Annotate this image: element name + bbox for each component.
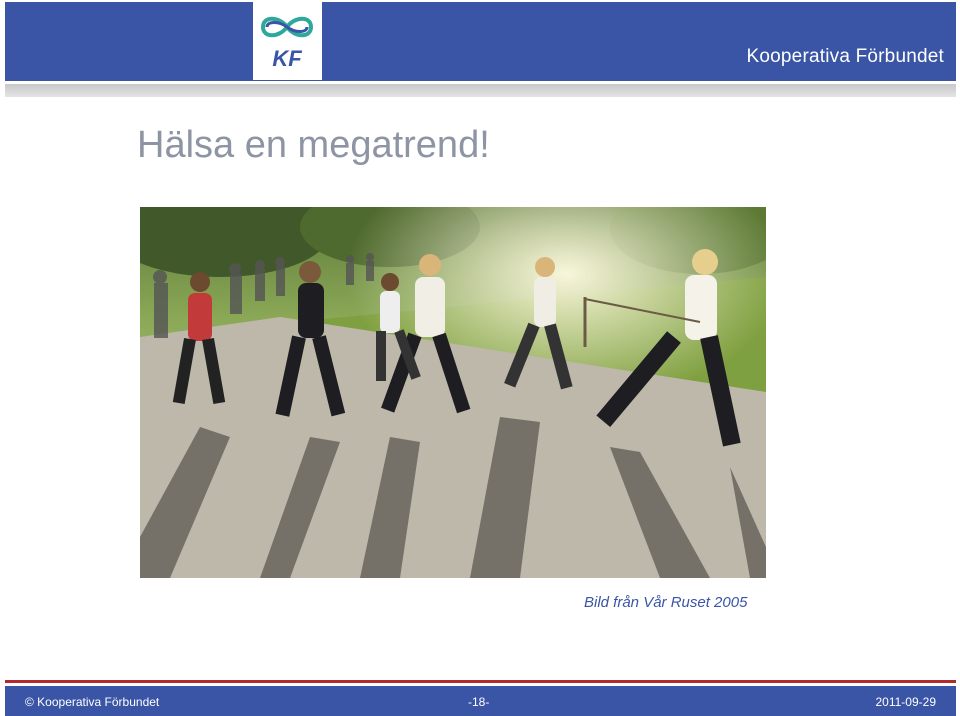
footer-divider	[5, 680, 956, 683]
header-divider	[5, 84, 956, 97]
brand-name: Kooperativa Förbundet	[746, 46, 944, 67]
kf-logo: KF	[253, 0, 322, 80]
footer-date: 2011-09-29	[875, 695, 937, 709]
runners-photo	[140, 207, 766, 578]
logo-text: KF	[272, 46, 302, 71]
footer-copyright: © Kooperativa Förbundet	[25, 695, 160, 709]
slide-title: Hälsa en megatrend!	[137, 124, 490, 166]
photo-runners-race-icon	[140, 207, 766, 578]
kf-infinity-logo-icon: KF	[260, 16, 314, 71]
footer-page-number: -18-	[468, 695, 490, 709]
header-bar	[5, 2, 956, 81]
photo-caption: Bild från Vår Ruset 2005	[584, 594, 748, 611]
